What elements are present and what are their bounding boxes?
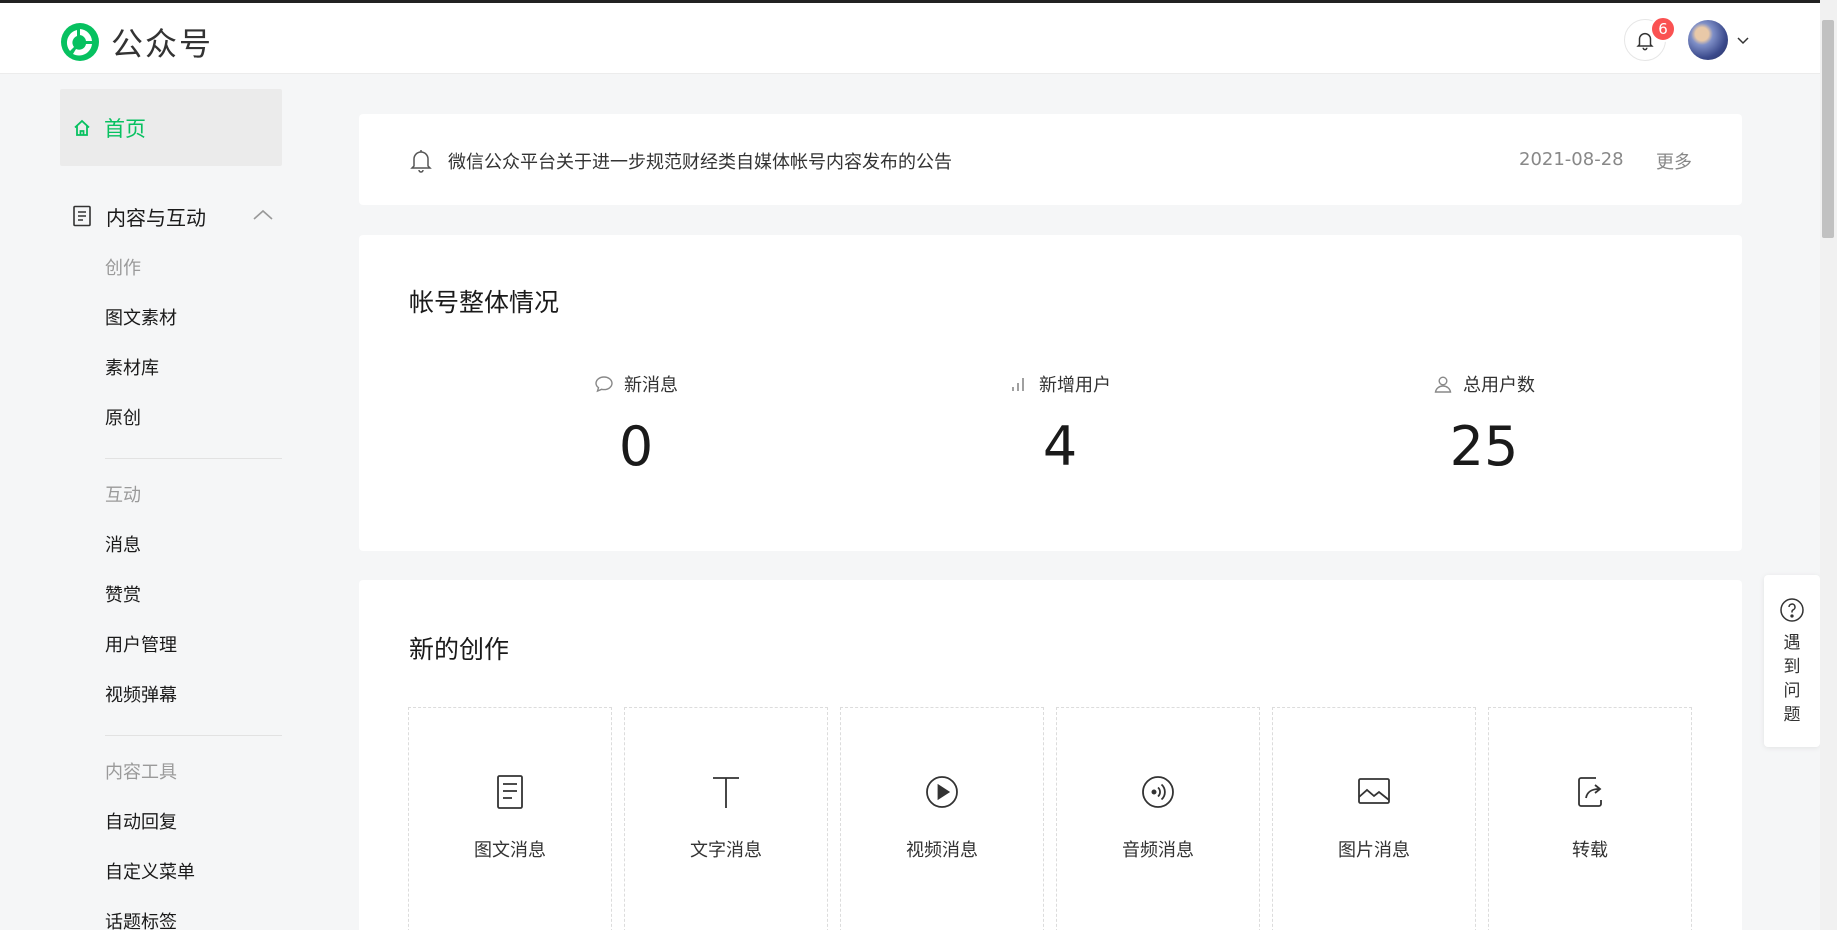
bar-chart-icon [1012, 378, 1024, 391]
sidebar-item-video-danmaku[interactable]: 视频弹幕 [105, 671, 282, 721]
stat-value: 4 [1042, 415, 1078, 478]
sidebar-section-create: 创作 图文素材 素材库 原创 [60, 244, 282, 444]
create-image-message-tile[interactable]: 图片消息 [1272, 707, 1476, 930]
image-icon [1358, 778, 1390, 804]
stat-label: 总用户数 [1463, 375, 1535, 396]
stat-label: 新增用户 [1039, 375, 1111, 396]
play-icon [926, 776, 958, 808]
announcement-date: 2021-08-28 [1519, 149, 1624, 170]
question-circle-icon [1780, 598, 1804, 622]
create-audio-message-tile[interactable]: 音频消息 [1056, 707, 1260, 930]
wechat-official-account-logo-icon [61, 23, 99, 61]
sidebar-item-messages[interactable]: 消息 [105, 521, 282, 571]
sidebar: 首页 内容与互动 创作 图文素材 素材库 原创 互动 消息 赞赏 用户管理 视频… [60, 89, 282, 930]
stat-value: 25 [1449, 415, 1519, 478]
announcement-bar: 微信公众平台关于进一步规范财经类自媒体帐号内容发布的公告 2021-08-28 … [359, 114, 1742, 205]
sidebar-section-heading: 内容工具 [105, 762, 177, 783]
logo[interactable]: 公众号 [59, 19, 213, 65]
sidebar-item-material-library[interactable]: 素材库 [105, 344, 282, 394]
document-icon [497, 775, 523, 809]
scrollbar-thumb[interactable] [1822, 20, 1834, 238]
tile-label: 图片消息 [1338, 840, 1410, 861]
tile-label: 视频消息 [906, 840, 978, 861]
notification-badge: 6 [1650, 16, 1676, 42]
sidebar-item-rewards[interactable]: 赞赏 [105, 571, 282, 621]
sidebar-item-graphic-material[interactable]: 图文素材 [105, 294, 282, 344]
sidebar-section-interaction: 互动 消息 赞赏 用户管理 视频弹幕 [60, 471, 282, 721]
sidebar-item-home[interactable]: 首页 [60, 89, 282, 166]
user-icon [1434, 376, 1452, 393]
account-overview-card: 帐号整体情况 新消息 0 新增用户 4 总用户数 25 [359, 235, 1742, 551]
sidebar-item-custom-menu[interactable]: 自定义菜单 [105, 848, 282, 898]
sidebar-section-heading: 互动 [105, 485, 141, 506]
create-title: 新的创作 [409, 635, 510, 664]
create-text-message-tile[interactable]: 文字消息 [624, 707, 828, 930]
sidebar-divider [105, 458, 282, 459]
home-icon [74, 119, 90, 136]
stat-label: 新消息 [624, 375, 678, 396]
logo-text: 公众号 [111, 25, 214, 63]
chevron-down-icon[interactable] [1736, 33, 1750, 47]
sidebar-section-heading: 创作 [105, 258, 141, 279]
text-icon [713, 777, 739, 808]
chevron-up-icon[interactable] [252, 208, 274, 222]
more-link[interactable]: 更多 [1656, 148, 1692, 174]
tile-label: 转载 [1572, 840, 1608, 861]
stat-value: 0 [618, 415, 654, 478]
help-button[interactable]: 遇到问题 [1764, 575, 1820, 747]
create-video-message-tile[interactable]: 视频消息 [840, 707, 1044, 930]
create-graphic-message-tile[interactable]: 图文消息 [408, 707, 612, 930]
sidebar-divider [105, 735, 282, 736]
new-creation-card: 新的创作 图文消息 文字消息 视频消息 音频消息 图片消息 转载 [359, 580, 1742, 930]
sidebar-group-label: 内容与互动 [106, 205, 206, 230]
repost-icon [1578, 777, 1602, 807]
tile-label: 音频消息 [1122, 840, 1194, 861]
sidebar-item-user-management[interactable]: 用户管理 [105, 621, 282, 671]
avatar[interactable] [1688, 20, 1728, 60]
stat-new-users[interactable]: 新增用户 4 [930, 371, 1190, 478]
document-icon [73, 205, 91, 227]
sidebar-section-content-tools: 内容工具 自动回复 自定义菜单 话题标签 [60, 748, 282, 930]
create-repost-tile[interactable]: 转载 [1488, 707, 1692, 930]
tile-label: 图文消息 [474, 840, 546, 861]
sidebar-group-content-interaction[interactable]: 内容与互动 [60, 188, 282, 244]
sidebar-item-original[interactable]: 原创 [105, 394, 282, 444]
overview-title: 帐号整体情况 [409, 288, 560, 317]
top-bar: 公众号 6 [0, 3, 1820, 74]
announcement-link[interactable]: 微信公众平台关于进一步规范财经类自媒体帐号内容发布的公告 [448, 148, 952, 174]
sidebar-item-topic-tags[interactable]: 话题标签 [105, 898, 282, 930]
stat-total-users[interactable]: 总用户数 25 [1354, 371, 1614, 478]
tile-label: 文字消息 [690, 840, 762, 861]
sidebar-item-auto-reply[interactable]: 自动回复 [105, 798, 282, 848]
stat-new-messages[interactable]: 新消息 0 [506, 371, 766, 478]
help-label: 遇到问题 [1783, 633, 1801, 725]
audio-icon [1142, 776, 1174, 808]
sidebar-item-label: 首页 [104, 116, 146, 141]
chat-bubble-icon [595, 376, 613, 393]
bell-icon [410, 150, 432, 173]
